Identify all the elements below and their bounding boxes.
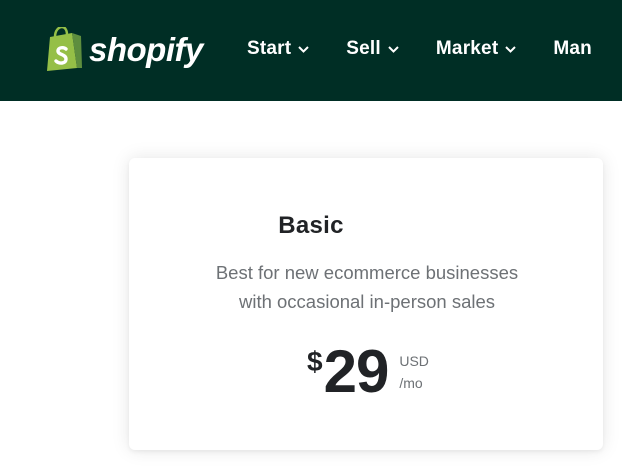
shopify-bag-icon: [47, 27, 82, 71]
currency-symbol: $: [307, 346, 323, 377]
price-period: /mo: [399, 375, 423, 391]
nav-label-start: Start: [247, 38, 292, 59]
plan-description: Best for new ecommerce businesses with o…: [190, 258, 544, 316]
price-amount: 29: [323, 338, 390, 405]
nav-item-manage[interactable]: Man: [553, 38, 592, 60]
nav-item-sell[interactable]: Sell: [346, 38, 399, 60]
plan-price: $ 29 USD /mo: [307, 338, 429, 406]
chevron-down-icon: [298, 45, 310, 53]
top-navigation-bar: shopify Start Sell Market Man: [0, 0, 622, 101]
nav-label-market: Market: [435, 38, 499, 59]
chevron-down-icon: [388, 45, 399, 53]
nav-label-manage: Man: [553, 38, 592, 59]
price-currency-code: USD: [399, 353, 429, 369]
price-unit: USD /mo: [399, 350, 429, 394]
nav-item-market[interactable]: Market: [435, 38, 517, 60]
main-nav: Start Sell Market Man: [247, 38, 592, 60]
brand-wordmark: shopify: [89, 30, 203, 68]
plan-description-line-1: Best for new ecommerce businesses: [215, 262, 519, 283]
nav-label-sell: Sell: [346, 38, 381, 59]
shopify-logo-link[interactable]: shopify: [44, 25, 203, 73]
plan-name: Basic: [278, 212, 344, 239]
chevron-down-icon: [505, 45, 517, 53]
plan-description-line-2: with occasional in-person sales: [238, 291, 496, 312]
nav-item-start[interactable]: Start: [247, 38, 310, 60]
